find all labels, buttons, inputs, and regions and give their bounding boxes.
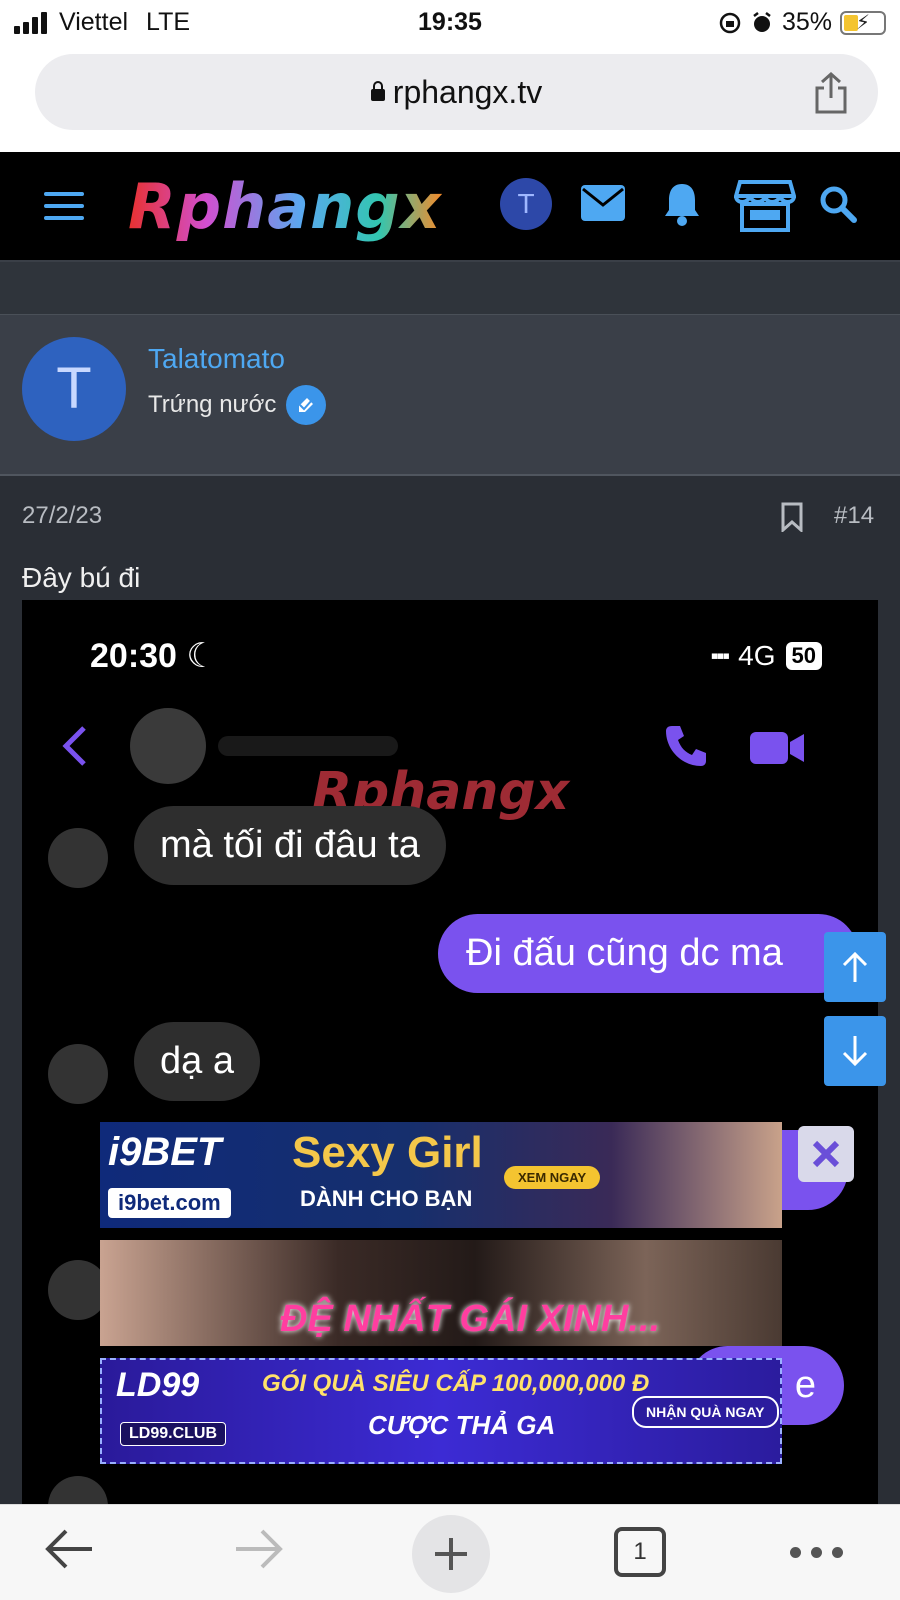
message-incoming: mà tối đi đâu ta bbox=[134, 806, 446, 885]
post-number[interactable]: #14 bbox=[834, 502, 874, 530]
ad-brand: i9BET bbox=[108, 1130, 222, 1174]
contact-avatar bbox=[130, 708, 206, 784]
ad-headline: Sexy Girl bbox=[292, 1128, 483, 1177]
embedded-signal-icon: ▪▪▪ bbox=[710, 643, 730, 668]
post-username[interactable]: Talatomato bbox=[148, 343, 285, 375]
sender-avatar bbox=[48, 1476, 108, 1504]
close-ad-icon[interactable] bbox=[798, 1126, 854, 1182]
user-rank: Trứng nước bbox=[148, 391, 277, 418]
battery-percent: 35% bbox=[781, 8, 832, 36]
ad-site: i9bet.com bbox=[108, 1188, 231, 1218]
lock-icon bbox=[370, 81, 385, 101]
message-outgoing: Đi đấu cũng dc ma bbox=[438, 914, 858, 993]
ad-brand: LD99 bbox=[116, 1366, 200, 1404]
header-avatar[interactable]: T bbox=[500, 178, 552, 230]
mail-icon[interactable] bbox=[580, 184, 626, 222]
sender-avatar bbox=[48, 1044, 108, 1104]
blurred-contact-name bbox=[218, 736, 398, 756]
post-user-block: T Talatomato Trứng nước bbox=[0, 314, 900, 476]
bookmark-icon[interactable] bbox=[780, 502, 804, 532]
battery-icon: ⚡ bbox=[840, 10, 886, 35]
ad-headline: ĐỆ NHẤT GÁI XINH... bbox=[280, 1298, 661, 1340]
ad-banner-gaixinh[interactable]: ĐỆ NHẤT GÁI XINH... bbox=[100, 1240, 782, 1346]
sender-avatar bbox=[48, 828, 108, 888]
user-title: Trứng nước bbox=[148, 385, 327, 425]
address-bar[interactable]: rphangx.tv bbox=[35, 54, 878, 130]
post-date[interactable]: 27/2/23 bbox=[22, 502, 102, 530]
post-avatar[interactable]: T bbox=[22, 337, 126, 441]
url-text: rphangx.tv bbox=[392, 74, 543, 110]
verified-badge-icon bbox=[286, 385, 327, 425]
more-menu-icon[interactable] bbox=[790, 1547, 843, 1558]
store-icon[interactable] bbox=[734, 178, 796, 232]
alarm-icon bbox=[753, 11, 771, 32]
embedded-video-icon bbox=[750, 732, 804, 764]
browser-address-area: rphangx.tv bbox=[0, 46, 900, 152]
share-icon[interactable] bbox=[814, 72, 848, 114]
thread-content: T Talatomato Trứng nước 27/2/23 #14 Đây … bbox=[0, 260, 900, 1504]
arrow-up-icon bbox=[842, 951, 868, 982]
embedded-back-icon bbox=[62, 726, 86, 766]
status-bar: Viettel LTE 19:35 35% ⚡ bbox=[0, 0, 900, 46]
ad-banner-ld99[interactable]: LD99 LD99.CLUB GÓI QUÀ SIÊU CẤP 100,000,… bbox=[100, 1358, 782, 1464]
new-tab-button[interactable] bbox=[412, 1515, 490, 1593]
bell-icon[interactable] bbox=[662, 180, 702, 226]
ad-subline: CƯỢC THẢ GA bbox=[368, 1410, 556, 1440]
ad-site: LD99.CLUB bbox=[120, 1422, 227, 1446]
embedded-phone-icon bbox=[666, 726, 706, 766]
search-icon[interactable] bbox=[818, 184, 858, 224]
embedded-battery: 50 bbox=[785, 642, 822, 670]
back-arrow-icon[interactable] bbox=[44, 1527, 94, 1571]
scroll-up-button[interactable] bbox=[824, 932, 886, 1002]
content-strip bbox=[0, 260, 900, 314]
embedded-status: ▪▪▪ 4G 50 bbox=[711, 640, 822, 672]
arrow-down-icon bbox=[842, 1036, 868, 1067]
forward-arrow-icon[interactable] bbox=[234, 1527, 284, 1571]
message-incoming: dạ a bbox=[134, 1022, 260, 1101]
post-text: Đây bú đi bbox=[22, 562, 141, 593]
scroll-down-button[interactable] bbox=[824, 1016, 886, 1086]
site-logo[interactable]: Rphangx bbox=[128, 170, 442, 243]
ad-banner-i9bet[interactable]: i9BET i9bet.com Sexy Girl DÀNH CHO BẠN X… bbox=[100, 1122, 782, 1228]
ad-cta-button[interactable]: NHẬN QUÀ NGAY bbox=[632, 1396, 779, 1428]
rotation-lock-icon bbox=[719, 12, 741, 33]
ad-cta-button[interactable]: XEM NGAY bbox=[504, 1166, 601, 1189]
plus-icon bbox=[435, 1538, 467, 1570]
ad-headline: GÓI QUÀ SIÊU CẤP 100,000,000 Đ bbox=[262, 1370, 650, 1397]
embedded-network: 4G bbox=[738, 640, 776, 671]
menu-icon[interactable] bbox=[44, 192, 84, 228]
embedded-time: 20:30 ☾ bbox=[90, 637, 217, 675]
moon-icon: ☾ bbox=[186, 637, 217, 675]
browser-toolbar: 1 bbox=[0, 1504, 900, 1600]
sender-avatar bbox=[48, 1260, 108, 1320]
ad-subline: DÀNH CHO BẠN bbox=[300, 1186, 473, 1211]
tabs-button[interactable]: 1 bbox=[614, 1527, 666, 1577]
